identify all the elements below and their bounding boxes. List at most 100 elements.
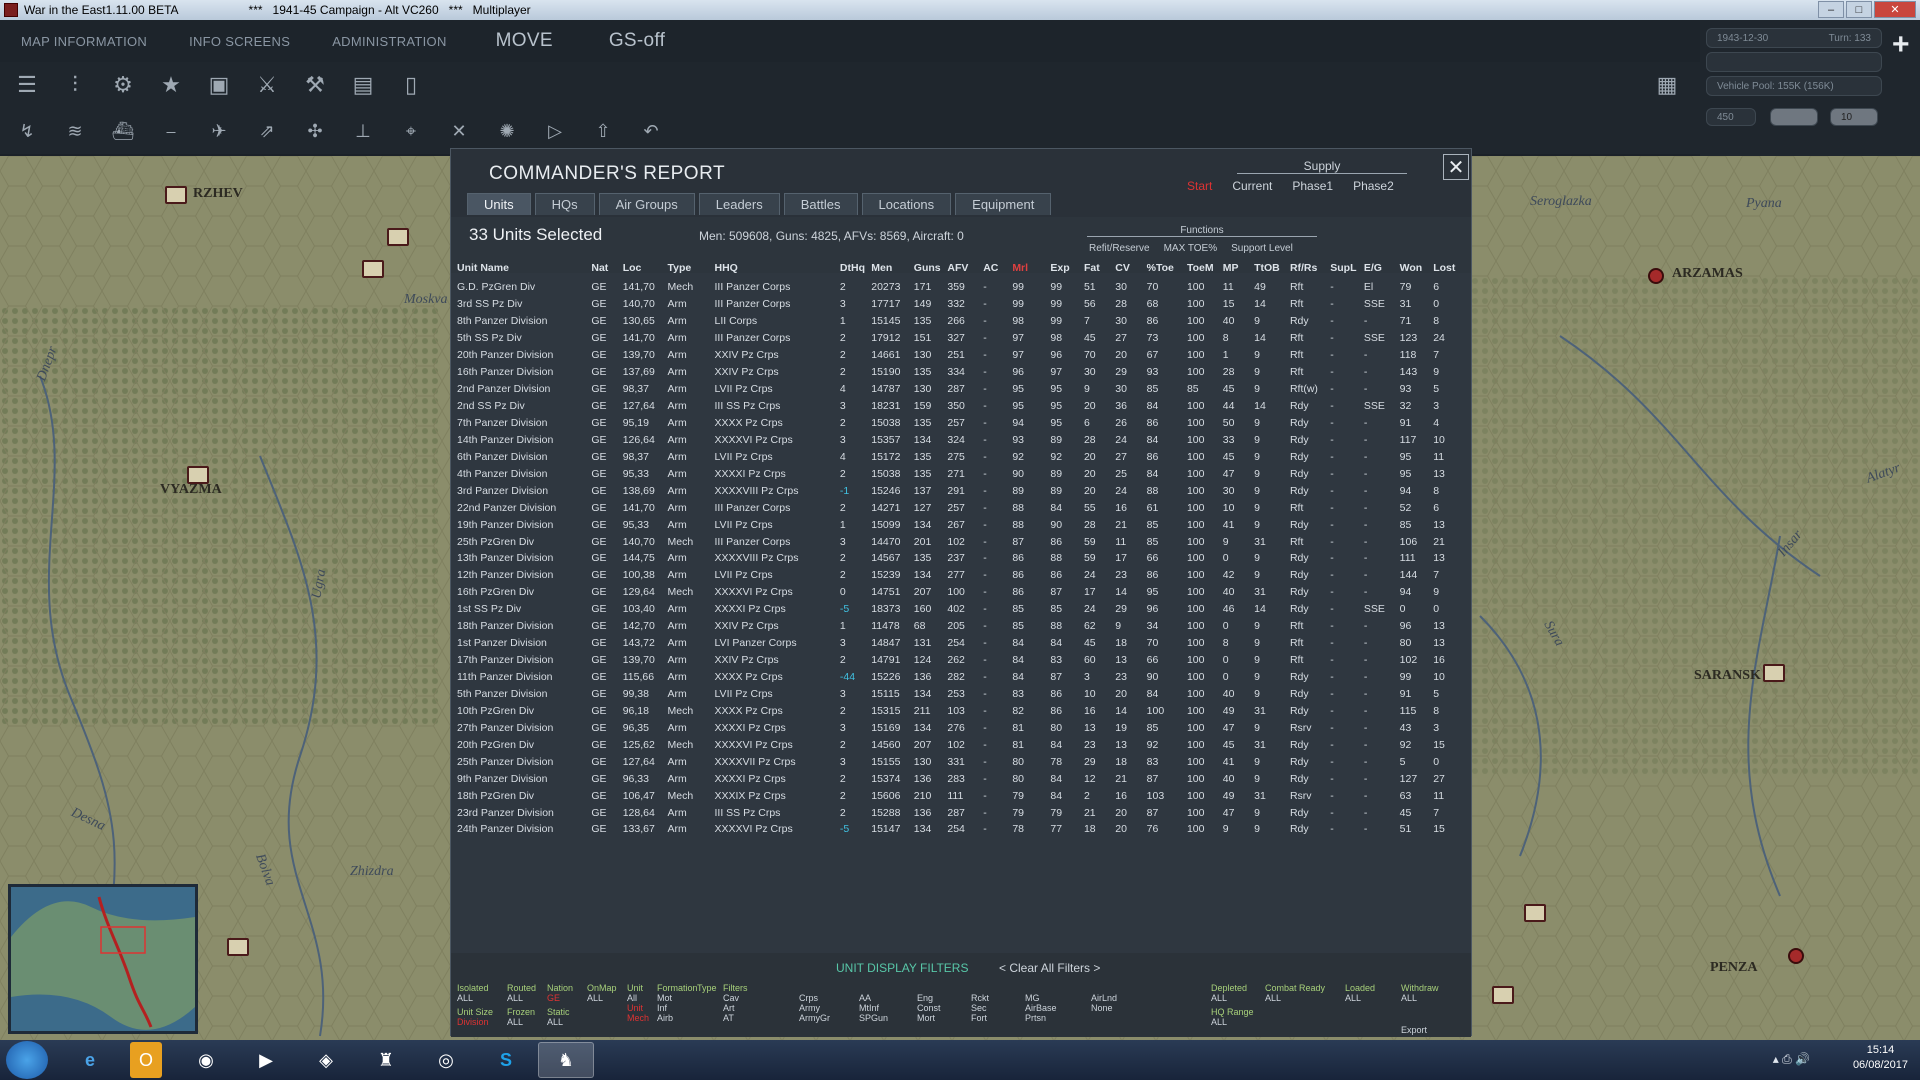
play-icon[interactable]: ▷ — [538, 114, 572, 148]
taskbar-clock[interactable]: 15:14 06/08/2017 — [1853, 1043, 1908, 1073]
table-row[interactable]: 23rd Panzer Division GE 128,64 Arm III SS Pz… — [457, 804, 1467, 821]
column-header[interactable]: SupL — [1330, 261, 1364, 279]
filter-value[interactable]: Prtsn — [1025, 1013, 1057, 1023]
table-row[interactable]: 24th Panzer Division GE 133,67 Arm XXXXVI Pz… — [457, 821, 1467, 838]
filter-value[interactable]: AA — [859, 993, 888, 1003]
plus-icon[interactable]: + — [1892, 28, 1910, 62]
internet-explorer-icon[interactable]: e — [62, 1042, 118, 1078]
intercept-icon[interactable]: ✕ — [442, 114, 476, 148]
tab-equipment[interactable]: Equipment — [955, 193, 1052, 215]
table-row[interactable]: 10th PzGren Div GE 96,18 Mech XXXX Pz Crps 2 1… — [457, 702, 1467, 719]
filter-value[interactable]: Mort — [917, 1013, 941, 1023]
table-row[interactable]: 2nd SS Pz Div GE 127,64 Arm III SS Pz Crps 3 1… — [457, 398, 1467, 415]
outlook-icon[interactable]: O — [130, 1042, 162, 1078]
bomb-icon[interactable]: ✣ — [298, 114, 332, 148]
filter-value[interactable]: Const — [917, 1003, 941, 1013]
unit-counter[interactable] — [227, 938, 249, 956]
filter-value[interactable]: MtInf — [859, 1003, 888, 1013]
table-row[interactable]: 5th SS Pz Div GE 141,70 Arm III Panzer Corps… — [457, 330, 1467, 347]
filter-value[interactable]: Army — [799, 1003, 830, 1013]
tab-hqs[interactable]: HQs — [534, 193, 595, 215]
naval-icon[interactable]: ⎯ — [154, 114, 188, 148]
filter-group[interactable]: Frozen ALL — [507, 1007, 535, 1027]
filter-value[interactable]: Art — [723, 1003, 748, 1013]
list-icon[interactable]: ☰ — [10, 68, 44, 102]
filter-value[interactable]: Mech — [627, 1013, 649, 1023]
table-row[interactable]: 27th Panzer Division GE 96,35 Arm XXXXI Pz C… — [457, 719, 1467, 736]
filter-value[interactable]: Airb — [657, 1013, 698, 1023]
column-header[interactable]: Men — [871, 261, 914, 279]
filter-value[interactable]: ALL — [1345, 993, 1375, 1003]
window-close-button[interactable]: ✕ — [1874, 1, 1916, 18]
table-row[interactable]: 20th Panzer Division GE 139,70 Arm XXIV Pz C… — [457, 347, 1467, 364]
filter-value[interactable]: Division — [457, 1017, 493, 1027]
unit-counter[interactable] — [387, 228, 409, 246]
table-row[interactable]: 22nd Panzer Division GE 141,70 Arm III Panze… — [457, 499, 1467, 516]
export-button[interactable]: Export — [1401, 1025, 1427, 1035]
filter-group[interactable]: Isolated ALL — [457, 983, 489, 1003]
filter-group[interactable]: Unit Size Division — [457, 1007, 493, 1027]
filter-group[interactable]: Crps Army ArmyGr — [799, 993, 830, 1023]
column-header[interactable]: Lost — [1433, 261, 1467, 279]
filter-value[interactable]: Unit — [627, 1003, 649, 1013]
filter-value[interactable]: Fort — [971, 1013, 989, 1023]
filter-value[interactable]: ALL — [547, 1017, 570, 1027]
table-row[interactable]: 18th PzGren Div GE 106,47 Mech XXXIX Pz Crps… — [457, 787, 1467, 804]
table-row[interactable]: 3rd Panzer Division GE 138,69 Arm XXXXVIII P… — [457, 482, 1467, 499]
skype-icon[interactable]: S — [478, 1042, 534, 1078]
airbase-icon[interactable]: ⊥ — [346, 114, 380, 148]
menu-gs-off[interactable]: GS-off — [581, 30, 693, 52]
filter-group[interactable]: Eng Const Mort — [917, 993, 941, 1023]
filter-value[interactable]: MG — [1025, 993, 1057, 1003]
supply-option-start[interactable]: Start — [1187, 179, 1212, 193]
unit-counter[interactable] — [1492, 986, 1514, 1004]
filter-group[interactable]: Combat Ready ALL — [1265, 983, 1325, 1003]
table-row[interactable]: 20th PzGren Div GE 125,62 Mech XXXXVI Pz Crp… — [457, 736, 1467, 753]
menu-map-information[interactable]: MAP INFORMATION — [0, 34, 168, 49]
filter-value[interactable]: GE — [547, 993, 573, 1003]
filter-value[interactable]: ALL — [587, 993, 617, 1003]
unit-counter[interactable] — [362, 260, 384, 278]
column-header[interactable]: Type — [667, 261, 714, 279]
game-icon[interactable]: ♜ — [358, 1042, 414, 1078]
column-header[interactable]: DtHq — [840, 261, 871, 279]
filter-value[interactable]: Inf — [657, 1003, 698, 1013]
column-header[interactable]: Exp — [1050, 261, 1084, 279]
filter-value[interactable]: None — [1091, 1003, 1117, 1013]
unit-counter[interactable] — [1763, 664, 1785, 682]
column-header[interactable]: Mrl — [1012, 261, 1050, 279]
unit-counter[interactable] — [165, 186, 187, 204]
filter-value[interactable]: Mot — [657, 993, 698, 1003]
table-row[interactable]: 8th Panzer Division GE 130,65 Arm LII Corps 1… — [457, 313, 1467, 330]
filter-value[interactable]: Cav — [723, 993, 748, 1003]
supply-option-current[interactable]: Current — [1232, 179, 1272, 193]
table-row[interactable]: 4th Panzer Division GE 95,33 Arm XXXXI Pz Cr… — [457, 465, 1467, 482]
filter-group[interactable]: Formation Mot Inf Airb — [657, 983, 698, 1023]
filter-group[interactable]: AA MtInf SPGun — [859, 993, 888, 1023]
column-header[interactable]: AC — [983, 261, 1012, 279]
table-row[interactable]: 2nd Panzer Division GE 98,37 Arm LVII Pz Crp… — [457, 381, 1467, 398]
table-row[interactable]: 19th Panzer Division GE 95,33 Arm LVII Pz Cr… — [457, 516, 1467, 533]
column-header[interactable]: Fat — [1084, 261, 1115, 279]
filter-value[interactable]: ALL — [1401, 993, 1439, 1003]
table-row[interactable]: 14th Panzer Division GE 126,64 Arm XXXXVI Pz… — [457, 431, 1467, 448]
table-row[interactable]: 5th Panzer Division GE 99,38 Arm LVII Pz Crp… — [457, 686, 1467, 703]
filter-value[interactable]: Sec — [971, 1003, 989, 1013]
chrome-icon[interactable]: ◎ — [418, 1042, 474, 1078]
table-row[interactable]: 6th Panzer Division GE 98,37 Arm LVII Pz Crp… — [457, 448, 1467, 465]
zoom-counter[interactable]: 10 — [1830, 108, 1878, 126]
steam-icon[interactable]: ◉ — [178, 1042, 234, 1078]
table-row[interactable]: 16th PzGren Div GE 129,64 Mech XXXXVI Pz Crp… — [457, 584, 1467, 601]
filter-group[interactable]: Static ALL — [547, 1007, 570, 1027]
filter-group[interactable]: Withdraw ALL — [1401, 983, 1439, 1003]
filter-group[interactable]: OnMap ALL — [587, 983, 617, 1003]
system-tray[interactable]: ▴ ⎙ 🔊 — [1773, 1052, 1810, 1067]
tab-battles[interactable]: Battles — [783, 193, 858, 215]
tab-locations[interactable]: Locations — [861, 193, 952, 215]
table-row[interactable]: 17th Panzer Division GE 139,70 Arm XXIV Pz C… — [457, 652, 1467, 669]
undo-icon[interactable]: ↶ — [634, 114, 668, 148]
table-row[interactable]: 16th Panzer Division GE 137,69 Arm XXIV Pz C… — [457, 364, 1467, 381]
unit-move-icon[interactable]: ↯ — [10, 114, 44, 148]
table-row[interactable]: 18th Panzer Division GE 142,70 Arm XXIV Pz C… — [457, 618, 1467, 635]
upload-icon[interactable]: ⇧ — [586, 114, 620, 148]
